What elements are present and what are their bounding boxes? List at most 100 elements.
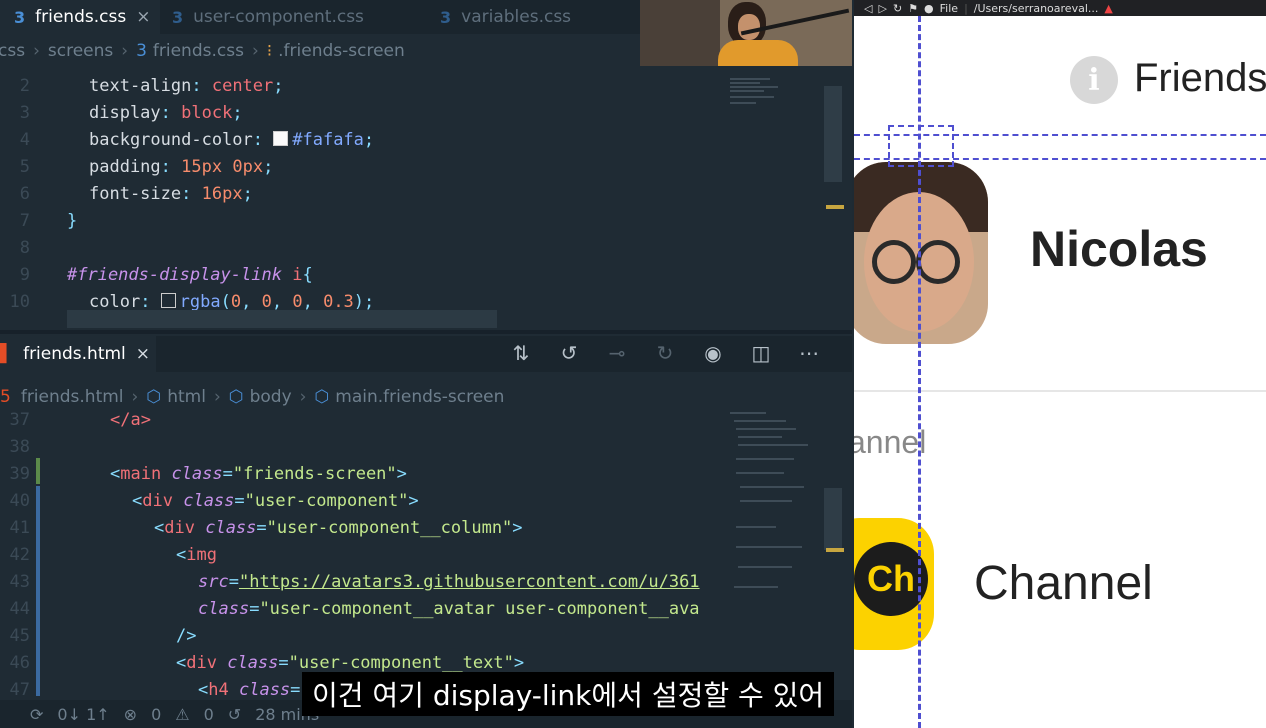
git-lens-icon[interactable]: ◉ xyxy=(700,338,726,368)
forward-icon[interactable]: ▷ xyxy=(878,2,886,15)
line-number: 5 xyxy=(19,156,30,177)
code-line: display: block; xyxy=(89,102,243,123)
bookmark-icon[interactable]: ⚑ xyxy=(908,2,918,15)
code-line: color: rgba(0, 0, 0, 0.3); xyxy=(89,291,375,312)
css-file-icon: 3 xyxy=(14,7,26,27)
git-gutter-modified xyxy=(36,486,40,696)
sync-icon[interactable]: ⟳ xyxy=(30,705,43,724)
line-number: 9 xyxy=(19,264,30,285)
go-forward-icon[interactable]: ↻ xyxy=(652,338,678,368)
webcam-overlay xyxy=(640,0,852,66)
code-line: } xyxy=(67,210,78,231)
element-icon: ⬡ xyxy=(228,387,244,407)
line-number: 41 xyxy=(9,517,30,538)
tab-friends-html[interactable]: ▌ friends.html × xyxy=(0,336,156,372)
minimap[interactable] xyxy=(726,406,824,616)
problems-count[interactable]: 0 xyxy=(151,705,161,724)
html-file-icon: ▌ xyxy=(0,344,14,364)
scroll-marker xyxy=(826,548,844,552)
close-tab-icon[interactable]: × xyxy=(136,7,150,27)
code-editor: 3 friends.css × 3 user-component.css 3 v… xyxy=(0,0,852,728)
editor-actions: ⇅ ↺ ⊸ ↻ ◉ ◫ ⋯ xyxy=(508,338,822,368)
code-line: /> xyxy=(176,625,197,646)
warnings-count[interactable]: 0 xyxy=(204,705,214,724)
extension-icon[interactable]: ▲ xyxy=(1104,2,1112,15)
channel-name: Channel xyxy=(974,557,1153,610)
code-line: <img xyxy=(176,544,217,565)
git-gutter-added xyxy=(36,458,40,484)
close-tab-icon[interactable]: × xyxy=(136,344,150,364)
element-icon: ⬡ xyxy=(314,387,330,407)
code-line: background-color: #fafafa; xyxy=(89,129,375,150)
history-icon: ↺ xyxy=(227,704,242,724)
layout-guide-box xyxy=(888,125,954,167)
url-scheme: File xyxy=(939,1,959,15)
video-subtitle: 이건 여기 display-link에서 설정할 수 있어 xyxy=(302,672,835,716)
scrollbar[interactable] xyxy=(824,488,842,550)
code-line: <div class="user-component__text"> xyxy=(176,652,525,673)
error-icon: ⊗ xyxy=(123,704,138,724)
css-code-pane[interactable]: 2 text-align: center; 3 display: block; … xyxy=(0,72,852,330)
breadcrumb-item[interactable]: .friends-screen xyxy=(278,41,405,61)
hover-widget xyxy=(67,310,497,328)
code-line: <div class="user-component__column"> xyxy=(154,517,523,538)
line-number: 3 xyxy=(19,102,30,123)
go-back-icon[interactable]: ↺ xyxy=(556,338,582,368)
code-line: src="https://avatars3.githubusercontent.… xyxy=(198,571,700,592)
split-editor-icon[interactable]: ◫ xyxy=(748,338,774,368)
breadcrumb-item[interactable]: css xyxy=(0,41,25,61)
line-number: 42 xyxy=(9,544,30,565)
breadcrumb-item[interactable]: screens xyxy=(48,41,113,61)
line-number: 46 xyxy=(9,652,30,673)
user-name: Nicolas xyxy=(1030,221,1208,277)
color-swatch[interactable] xyxy=(273,130,289,146)
tab-variables-css[interactable]: 3 variables.css xyxy=(440,0,571,34)
line-number: 4 xyxy=(19,129,30,150)
line-number: 40 xyxy=(9,490,30,511)
minimap[interactable] xyxy=(726,72,824,182)
breadcrumb-item[interactable]: body xyxy=(250,387,292,407)
code-line: font-size: 16px; xyxy=(89,183,253,204)
color-swatch[interactable] xyxy=(160,292,176,308)
page-title: Friends xyxy=(1134,56,1266,100)
selector-icon: ⁝ xyxy=(266,41,273,61)
channel-badge: Ch xyxy=(854,542,928,616)
more-actions-icon[interactable]: ⋯ xyxy=(796,338,822,368)
line-number: 39 xyxy=(9,463,30,484)
tab-user-component-css[interactable]: 3 user-component.css xyxy=(172,0,364,34)
breadcrumb-item[interactable]: friends.css xyxy=(153,41,244,61)
commit-icon[interactable]: ⊸ xyxy=(604,338,630,368)
breadcrumb-item[interactable]: html xyxy=(167,387,206,407)
line-number: 38 xyxy=(9,436,30,457)
line-number: 37 xyxy=(9,409,30,430)
breadcrumb-item[interactable]: friends.html xyxy=(21,387,124,407)
code-line: class="user-component__avatar user-compo… xyxy=(198,598,700,619)
css-file-icon: 3 xyxy=(172,7,184,27)
html-code-pane[interactable]: 37 </a> 38 39 <main class="friends-scree… xyxy=(0,406,852,700)
css-file-icon: 3 xyxy=(136,41,147,61)
warning-icon: ⚠ xyxy=(175,704,190,724)
split-divider[interactable] xyxy=(0,330,852,334)
scrollbar[interactable] xyxy=(824,86,842,182)
line-number: 43 xyxy=(9,571,30,592)
section-label: annel xyxy=(854,424,927,460)
info-icon[interactable]: i xyxy=(1070,56,1118,104)
compare-changes-icon[interactable]: ⇅ xyxy=(508,338,534,368)
tab-friends-css[interactable]: 3 friends.css × xyxy=(0,0,160,34)
code-line: text-align: center; xyxy=(89,75,284,96)
line-number: 47 xyxy=(9,679,30,700)
code-line: #friends-display-link i{ xyxy=(67,264,313,285)
breadcrumb-item[interactable]: main.friends-screen xyxy=(335,387,504,407)
reload-icon[interactable]: ↻ xyxy=(893,2,902,15)
code-line: <div class="user-component"> xyxy=(132,490,419,511)
layout-guide xyxy=(918,16,921,728)
separator xyxy=(854,390,1266,392)
sync-status[interactable]: 0↓ 1↑ xyxy=(57,705,109,724)
code-line: padding: 15px 0px; xyxy=(89,156,274,177)
css-file-icon: 3 xyxy=(440,7,452,27)
element-icon: ⬡ xyxy=(146,387,162,407)
line-number: 45 xyxy=(9,625,30,646)
breadcrumb: css › screens › 3 friends.css › ⁝ .frien… xyxy=(0,41,405,61)
back-icon[interactable]: ◁ xyxy=(864,2,872,15)
address-bar[interactable]: /Users/serranoareval... xyxy=(974,2,1099,15)
